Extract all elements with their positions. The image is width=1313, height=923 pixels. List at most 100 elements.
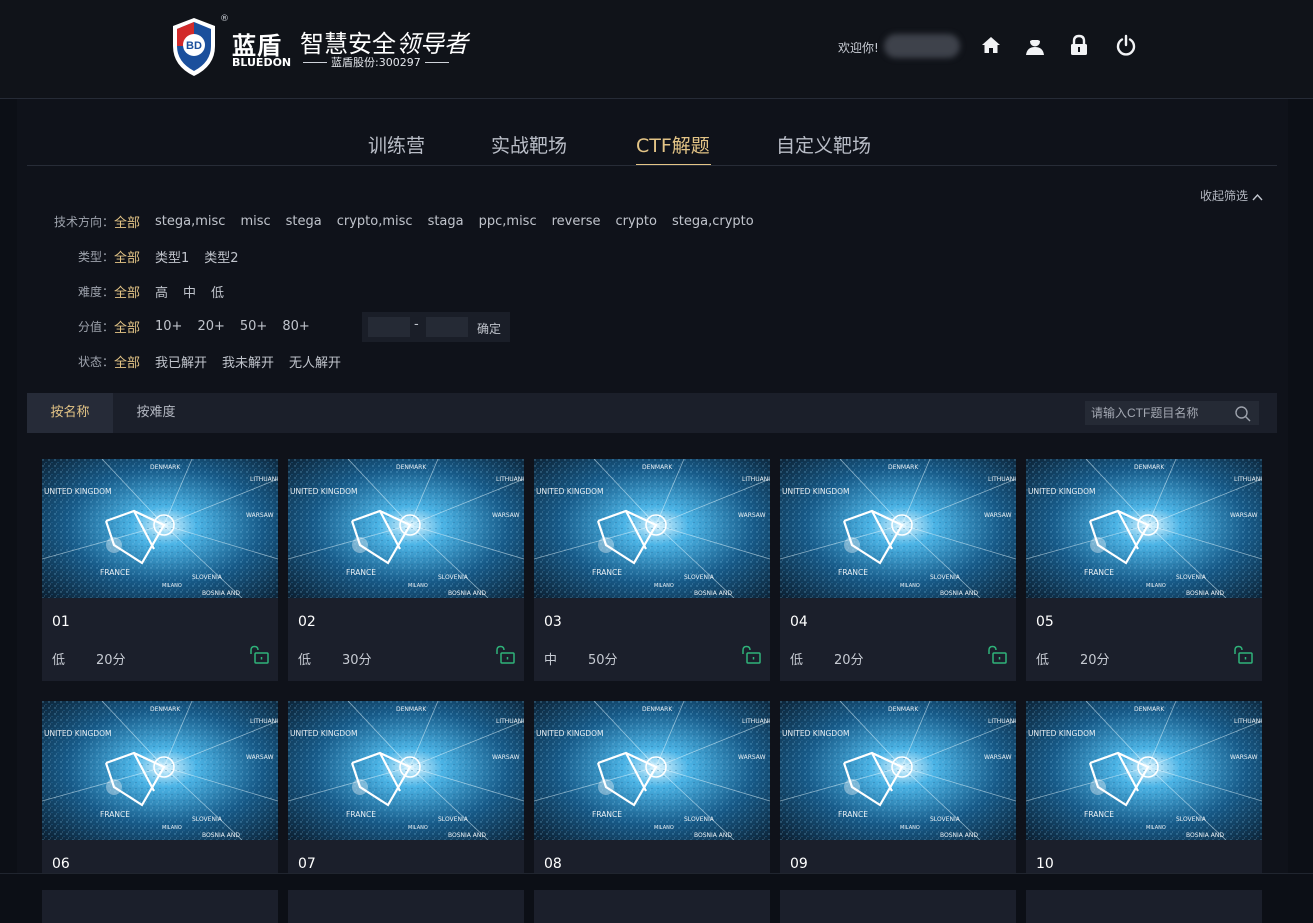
thumb-label-fr: FRANCE [100,568,130,577]
filter-score-option[interactable]: 20+ [197,319,224,334]
thumb-label-mi: MILANO [1146,583,1166,589]
filter-direction-option[interactable]: reverse [552,214,601,229]
filter-type-all[interactable]: 全部 [114,247,140,266]
filter-direction-option[interactable]: staga [428,214,464,229]
card-thumbnail: UNITED KINGDOM DENMARK LITHUANI FRANCE W… [1026,459,1262,598]
filter-score-option[interactable]: 80+ [282,319,309,334]
thumb-label-bo: BOSNIA AND [448,590,486,597]
collapse-filter-button[interactable]: 收起筛选 [1200,187,1263,204]
filter-direction-option[interactable]: ppc,misc [479,214,537,229]
lock-icon[interactable] [1067,33,1091,57]
card-title: 03 [544,614,562,630]
card-difficulty: 低 [52,653,66,668]
tab-live-range[interactable]: 实战靶场 [491,131,567,158]
tab-training-camp[interactable]: 训练营 [368,131,425,158]
filter-difficulty-all[interactable]: 全部 [114,282,140,301]
ctf-card[interactable]: UNITED KINGDOM DENMARK LITHUANI FRANCE W… [288,459,524,681]
filter-direction-option[interactable]: misc [240,214,270,229]
card-thumbnail: UNITED KINGDOM DENMARK LITHUANI FRANCE W… [780,459,1016,598]
thumb-label-lt: LITHUANI [250,476,278,483]
search-icon[interactable] [1234,405,1252,423]
home-icon[interactable] [979,33,1003,57]
thumb-label-sl: SLOVENIA [930,816,961,823]
filter-direction-option[interactable]: stega,crypto [672,214,754,229]
filter-type-option[interactable]: 类型1 [155,247,189,266]
card-image: UNITED KINGDOM DENMARK LITHUANI FRANCE W… [288,459,524,598]
sort-by-difficulty-tab[interactable]: 按难度 [113,393,199,433]
filter-difficulty-option[interactable]: 高 [155,282,168,301]
filter-status-option[interactable]: 我未解开 [222,352,274,371]
filter-difficulty-option[interactable]: 中 [183,282,196,301]
thumb-label-uk: UNITED KINGDOM [290,729,358,738]
sort-by-name-tab[interactable]: 按名称 [27,393,113,433]
thumb-label-wa: WARSAW [1230,754,1258,761]
score-min-input[interactable] [368,317,410,337]
card-title: 04 [790,614,808,630]
filter-direction-label: 技术方向： [53,214,114,229]
thumb-label-uk: UNITED KINGDOM [1028,487,1096,496]
thumb-label-bo: BOSNIA AND [202,832,240,839]
power-icon[interactable] [1114,33,1138,57]
unlock-icon [988,645,1007,664]
thumb-label-wa: WARSAW [984,754,1012,761]
thumb-label-sl: SLOVENIA [192,574,223,581]
filter-direction-option[interactable]: stega,misc [155,214,225,229]
card-thumbnail: UNITED KINGDOM DENMARK LITHUANI FRANCE W… [534,701,770,840]
filter-score-option[interactable]: 50+ [240,319,267,334]
filter-direction-option[interactable]: crypto [615,214,657,229]
thumb-label-uk: UNITED KINGDOM [44,729,112,738]
filter-status-option[interactable]: 我已解开 [155,352,207,371]
user-icon[interactable] [1023,33,1047,57]
stock-code: 蓝盾股份:300297 [303,54,449,70]
card-thumbnail: UNITED KINGDOM DENMARK LITHUANI FRANCE W… [42,459,278,598]
card-thumbnail: UNITED KINGDOM DENMARK LITHUANI FRANCE W… [780,701,1016,840]
thumb-label-dk: DENMARK [888,464,919,471]
score-range-confirm-button[interactable]: 确定 [477,320,501,337]
ctf-card[interactable]: UNITED KINGDOM DENMARK LITHUANI FRANCE W… [42,459,278,681]
thumb-label-uk: UNITED KINGDOM [1028,729,1096,738]
filter-status-all[interactable]: 全部 [114,352,140,371]
card-image: UNITED KINGDOM DENMARK LITHUANI FRANCE W… [780,701,1016,840]
search-input[interactable] [1091,405,1229,421]
ctf-card[interactable]: UNITED KINGDOM DENMARK LITHUANI FRANCE W… [534,459,770,681]
score-max-input[interactable] [426,317,468,337]
thumb-label-wa: WARSAW [984,512,1012,519]
ctf-card[interactable]: UNITED KINGDOM DENMARK LITHUANI FRANCE W… [780,459,1016,681]
username-blurred [884,34,960,58]
thumb-label-bo: BOSNIA AND [1186,590,1224,597]
thumb-label-dk: DENMARK [888,706,919,713]
thumb-label-mi: MILANO [162,583,182,589]
thumb-label-mi: MILANO [900,583,920,589]
tab-custom-range[interactable]: 自定义靶场 [776,131,871,158]
card-thumbnail: UNITED KINGDOM DENMARK LITHUANI FRANCE W… [288,459,524,598]
filter-status-option[interactable]: 无人解开 [289,352,341,371]
ctf-card[interactable]: UNITED KINGDOM DENMARK LITHUANI FRANCE W… [1026,459,1262,681]
filter-direction-option[interactable]: stega [286,214,322,229]
card-score: 20分 [96,653,126,668]
filter-type-option[interactable]: 类型2 [204,247,238,266]
filter-score-label: 分值： [77,319,114,334]
thumb-label-fr: FRANCE [346,810,376,819]
card-image: UNITED KINGDOM DENMARK LITHUANI FRANCE W… [42,701,278,840]
thumb-label-bo: BOSNIA AND [940,590,978,597]
card-title: 02 [298,614,316,630]
card-image: UNITED KINGDOM DENMARK LITHUANI FRANCE W… [1026,701,1262,840]
thumb-label-dk: DENMARK [150,706,181,713]
filter-direction-option[interactable]: crypto,misc [337,214,413,229]
tabs-divider [27,165,1277,166]
filter-difficulty-option[interactable]: 低 [211,282,224,301]
filter-score-all[interactable]: 全部 [114,317,140,336]
thumb-label-fr: FRANCE [838,810,868,819]
filter-score-option[interactable]: 10+ [155,319,182,334]
filter-score: 分值： 全部 10+ 20+ 50+ 80+ [17,316,325,336]
card-difficulty: 低 [790,653,804,668]
thumb-label-dk: DENMARK [1134,706,1165,713]
card-title: 09 [790,856,808,872]
thumb-label-uk: UNITED KINGDOM [782,487,850,496]
card-score: 30分 [342,653,372,668]
tab-ctf[interactable]: CTF解题 [636,131,710,158]
filter-direction-all[interactable]: 全部 [114,212,140,231]
score-range-separator: - [414,317,419,332]
thumb-label-bo: BOSNIA AND [448,832,486,839]
card-score: 20分 [834,653,864,668]
